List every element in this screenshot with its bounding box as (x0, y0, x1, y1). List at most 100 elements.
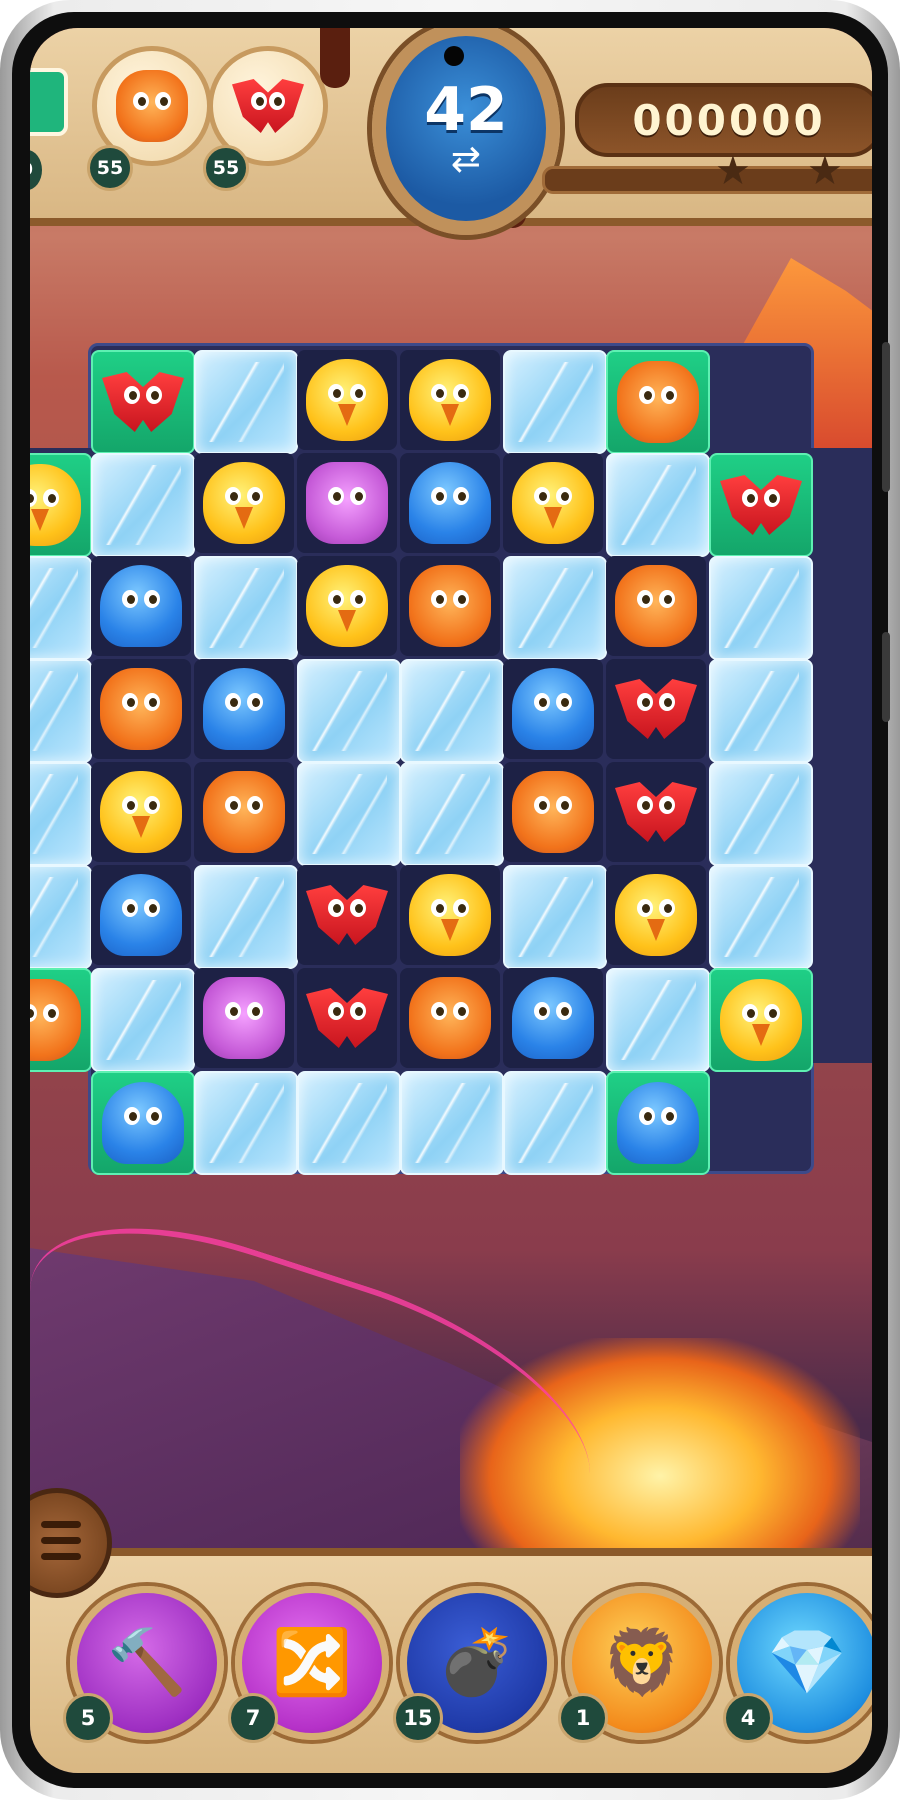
ice-block[interactable] (194, 1071, 298, 1175)
yellow-chick-piece[interactable] (720, 979, 802, 1061)
ice-block[interactable] (30, 659, 92, 763)
board-cell[interactable] (297, 968, 397, 1068)
ice-block[interactable] (297, 762, 401, 866)
board-cell[interactable] (503, 762, 603, 862)
ice-block[interactable] (194, 556, 298, 660)
yellow-chick-piece[interactable] (409, 874, 491, 956)
yellow-chick-piece[interactable] (306, 565, 388, 647)
board-cell[interactable] (297, 556, 397, 656)
ice-block[interactable] (297, 1071, 401, 1175)
ice-block[interactable] (400, 1071, 504, 1175)
green-tile[interactable] (606, 1071, 710, 1175)
blue-jelly-piece[interactable] (512, 668, 594, 750)
ice-block[interactable] (709, 556, 813, 660)
orange-lion-piece[interactable] (615, 565, 697, 647)
ice-block[interactable] (194, 350, 298, 454)
board-cell[interactable] (400, 556, 500, 656)
shuffle-booster[interactable]: 🔀 7 (228, 1586, 389, 1743)
yellow-chick-piece[interactable] (615, 874, 697, 956)
blue-jelly-piece[interactable] (512, 977, 594, 1059)
green-tile[interactable] (709, 968, 813, 1072)
orange-lion-piece[interactable] (30, 979, 81, 1061)
board-cell[interactable] (91, 556, 191, 656)
blue-jelly-piece[interactable] (102, 1082, 184, 1164)
board-cell[interactable] (503, 453, 603, 553)
red-bat-piece[interactable] (615, 668, 697, 750)
board-cell[interactable] (400, 865, 500, 965)
ice-block[interactable] (91, 453, 195, 557)
ice-block[interactable] (709, 865, 813, 969)
green-tile[interactable] (30, 968, 92, 1072)
yellow-chick-piece[interactable] (203, 462, 285, 544)
beak (544, 507, 562, 530)
red-bat-piece[interactable] (306, 977, 388, 1059)
orange-lion-piece[interactable] (100, 668, 182, 750)
red-bat-piece[interactable] (306, 874, 388, 956)
hammer-booster[interactable]: 🔨 5 (63, 1586, 224, 1743)
pink-rhino-piece[interactable] (306, 462, 388, 544)
orange-lion-piece[interactable] (409, 977, 491, 1059)
yellow-chick-piece[interactable] (100, 771, 182, 853)
orange-lion-piece[interactable] (203, 771, 285, 853)
board-cell[interactable] (503, 968, 603, 1068)
green-tile[interactable] (91, 1071, 195, 1175)
yellow-chick-piece[interactable] (306, 359, 388, 441)
ice-block[interactable] (30, 556, 92, 660)
board-cell[interactable] (194, 453, 294, 553)
ice-block[interactable] (503, 350, 607, 454)
ice-block[interactable] (30, 762, 92, 866)
board-cell[interactable] (297, 350, 397, 450)
ice-block[interactable] (400, 659, 504, 763)
board-cell[interactable] (194, 659, 294, 759)
pink-rhino-piece[interactable] (203, 977, 285, 1059)
green-tile[interactable] (30, 453, 92, 557)
orange-lion-piece[interactable] (617, 361, 699, 443)
red-bat-piece[interactable] (615, 771, 697, 853)
yellow-chick-piece[interactable] (512, 462, 594, 544)
blue-jelly-piece[interactable] (100, 565, 182, 647)
bomb-booster[interactable]: 💣 15 (393, 1586, 554, 1743)
board-cell[interactable] (91, 659, 191, 759)
board-cell[interactable] (400, 350, 500, 450)
blue-jelly-piece[interactable] (617, 1082, 699, 1164)
board-cell[interactable] (297, 453, 397, 553)
ice-block[interactable] (297, 659, 401, 763)
yellow-chick-piece[interactable] (409, 359, 491, 441)
yellow-chick-piece[interactable] (30, 464, 81, 546)
lion-power-booster[interactable]: 🦁 1 (558, 1586, 719, 1743)
board-cell[interactable] (400, 453, 500, 553)
blue-jelly-piece[interactable] (203, 668, 285, 750)
orange-lion-piece[interactable] (512, 771, 594, 853)
green-tile[interactable] (91, 350, 195, 454)
board-cell[interactable] (606, 556, 706, 656)
ice-block[interactable] (606, 453, 710, 557)
orange-lion-piece[interactable] (409, 565, 491, 647)
blue-jelly-piece[interactable] (100, 874, 182, 956)
board-cell[interactable] (606, 865, 706, 965)
ice-block[interactable] (91, 968, 195, 1072)
ice-block[interactable] (503, 1071, 607, 1175)
ice-block[interactable] (503, 556, 607, 660)
board-cell[interactable] (503, 659, 603, 759)
board-cell[interactable] (91, 865, 191, 965)
rainbow-gem-booster[interactable]: 💎 4 (723, 1586, 872, 1743)
green-tile[interactable] (709, 453, 813, 557)
red-bat-piece[interactable] (720, 464, 802, 546)
board-cell[interactable] (194, 968, 294, 1068)
ice-block[interactable] (709, 762, 813, 866)
board-cell[interactable] (91, 762, 191, 862)
board-cell[interactable] (606, 659, 706, 759)
ice-block[interactable] (400, 762, 504, 866)
ice-block[interactable] (194, 865, 298, 969)
ice-block[interactable] (606, 968, 710, 1072)
ice-block[interactable] (503, 865, 607, 969)
ice-block[interactable] (709, 659, 813, 763)
board-cell[interactable] (194, 762, 294, 862)
blue-jelly-piece[interactable] (409, 462, 491, 544)
board-cell[interactable] (297, 865, 397, 965)
board-cell[interactable] (606, 762, 706, 862)
green-tile[interactable] (606, 350, 710, 454)
board-cell[interactable] (400, 968, 500, 1068)
ice-block[interactable] (30, 865, 92, 969)
red-bat-piece[interactable] (102, 361, 184, 443)
